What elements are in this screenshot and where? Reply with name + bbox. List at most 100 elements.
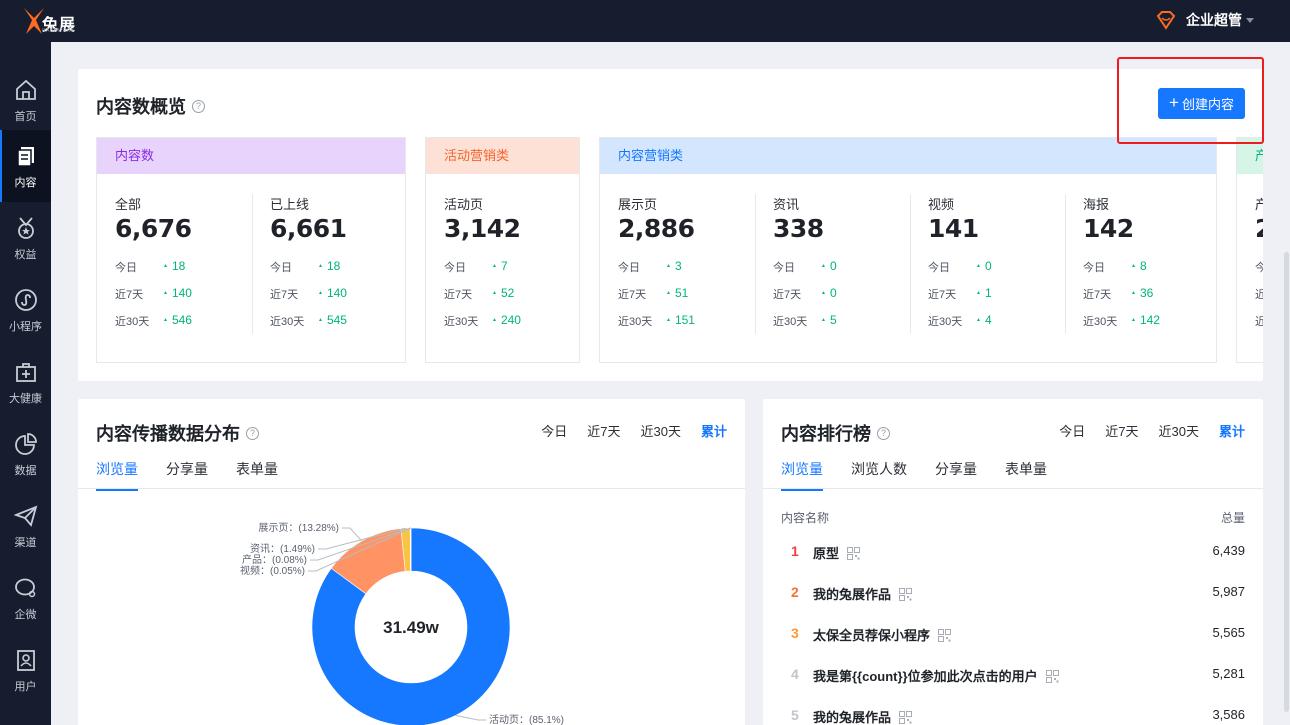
tab-divider: [763, 488, 1263, 489]
tab-forms[interactable]: 表单量: [236, 459, 278, 491]
period-30d[interactable]: 近30天: [641, 421, 681, 440]
ranking-row[interactable]: 2 我的兔展作品 5,987: [781, 584, 1245, 604]
metric-value: 142: [1083, 214, 1134, 243]
qr-code-icon[interactable]: [847, 547, 861, 561]
metric-group: 内容营销类展示页2,886今日3近7天51近30天151资讯338今日0近7天0…: [599, 137, 1217, 363]
donut-slice-label: 视频：(0.05%): [240, 564, 305, 577]
period-total[interactable]: 累计: [1219, 421, 1245, 440]
home-icon: [15, 79, 36, 100]
qr-code-icon[interactable]: [899, 588, 913, 602]
tab-views[interactable]: 浏览量: [96, 459, 138, 491]
ranking-row[interactable]: 1 原型 6,439: [781, 543, 1245, 563]
sidebar-item-health[interactable]: 大健康: [0, 346, 51, 418]
tab-visitors[interactable]: 浏览人数: [851, 459, 907, 491]
rank-title-cell: 太保全员荐保小程序: [813, 625, 952, 644]
trend-label: 近7天: [618, 289, 647, 301]
admin-diamond-icon: [1156, 11, 1176, 30]
sidebar-item-wecom[interactable]: 企微: [0, 562, 51, 634]
logo-subtext: RABBITPRE: [42, 28, 75, 34]
user-name: 企业超管: [1186, 12, 1242, 28]
rank-value: 5,565: [1212, 625, 1245, 640]
metric-group: 活动营销类活动页 3,142 今日 7 近7天 52 近30天 240: [425, 137, 580, 363]
metric-value: 338: [773, 214, 824, 243]
ranking-row[interactable]: 3 太保全员荐保小程序 5,565: [781, 625, 1245, 645]
period-today[interactable]: 今日: [1059, 421, 1085, 440]
trend-value: 8: [1131, 259, 1147, 273]
rank-title[interactable]: 我的兔展作品: [813, 587, 891, 602]
rank-title[interactable]: 我是第{{count}}位参加此次点击的用户: [813, 669, 1038, 684]
tab-shares[interactable]: 分享量: [935, 459, 977, 491]
trend-value: 7: [492, 259, 508, 273]
trend-label: 近30天: [1255, 316, 1263, 328]
sidebar-label: 企微: [14, 609, 37, 621]
help-icon[interactable]: ?: [192, 99, 205, 113]
qr-code-icon[interactable]: [899, 711, 913, 725]
period-7d[interactable]: 近7天: [1105, 421, 1138, 440]
metric-trend-row: 近7天 140: [270, 286, 400, 302]
user-menu[interactable]: 企业超管: [1156, 10, 1254, 30]
sidebar-item-home[interactable]: 首页: [0, 64, 51, 136]
ranking-row[interactable]: 5 我的兔展作品 3,586: [781, 707, 1245, 725]
metric-name: 活动页: [444, 197, 484, 212]
period-7d[interactable]: 近7天: [587, 421, 620, 440]
page-scrollbar[interactable]: [1283, 42, 1290, 725]
metric-trend-row: 今日 8: [1083, 259, 1213, 275]
rank-title[interactable]: 原型: [813, 546, 839, 561]
trend-label: 近30天: [270, 316, 305, 328]
metric-value: 141: [928, 214, 979, 243]
trend-label: 近7天: [444, 289, 473, 301]
sidebar-label: 权益: [14, 249, 37, 261]
paper-plane-icon: [13, 505, 37, 527]
trend-value: 18: [318, 259, 340, 273]
metric-group: 内容数全部 6,676 今日 18 近7天 140 近30天 546 已上线 6,661 今日 18 近…: [96, 137, 406, 363]
metric-trend-row: 今日 18: [115, 259, 245, 275]
qr-code-icon[interactable]: [938, 629, 952, 643]
rank-title[interactable]: 我的兔展作品: [813, 710, 891, 725]
help-icon[interactable]: ?: [877, 426, 890, 440]
rank-title[interactable]: 太保全员荐保小程序: [813, 628, 930, 643]
trend-label: 今日: [444, 262, 466, 274]
period-30d[interactable]: 近30天: [1159, 421, 1199, 440]
trend-label: 近7天: [1083, 289, 1112, 301]
metric-trend-row: 近30天 142: [1083, 313, 1213, 329]
ranking-row[interactable]: 4 我是第{{count}}位参加此次点击的用户 5,281: [781, 666, 1245, 686]
tab-views[interactable]: 浏览量: [781, 459, 823, 491]
distribution-tabs: 浏览量 分享量 表单量: [96, 459, 306, 491]
column-header-total: 总量: [1220, 511, 1245, 525]
create-content-button[interactable]: + 创建内容: [1158, 88, 1245, 119]
trend-value: 240: [492, 313, 521, 327]
sidebar-label: 首页: [14, 111, 37, 123]
metric-item: 资讯 338 今日 0 近7天 0 近30天 5: [755, 174, 910, 362]
create-content-label: 创建内容: [1181, 97, 1234, 112]
sidebar-item-content[interactable]: 内容: [0, 130, 51, 202]
trend-value: 4: [976, 313, 992, 327]
sidebar-item-user[interactable]: 用户: [0, 634, 51, 706]
document-icon: [16, 147, 34, 167]
sidebar-item-mini-program[interactable]: 小程序: [0, 274, 51, 346]
label-leader-line: [455, 714, 486, 721]
sidebar-item-benefits[interactable]: 权益: [0, 202, 51, 274]
help-icon[interactable]: ?: [246, 426, 259, 440]
qr-code-icon[interactable]: [1045, 670, 1059, 684]
metric-trend-row: 近7天 0: [773, 286, 903, 302]
metric-item: 全部 6,676 今日 18 近7天 140 近30天 546: [97, 174, 252, 362]
sidebar-item-data[interactable]: 数据: [0, 418, 51, 490]
trend-value: 5: [821, 313, 837, 327]
tab-shares[interactable]: 分享量: [166, 459, 208, 491]
rank-title-cell: 我是第{{count}}位参加此次点击的用户: [813, 666, 1059, 685]
metric-name: 资讯: [773, 197, 800, 212]
trend-label: 近7天: [270, 289, 299, 301]
metric-group: 产产2今日近7天近30天: [1236, 137, 1263, 363]
column-header-name: 内容名称: [781, 511, 830, 525]
plus-icon: +: [1169, 92, 1179, 112]
tab-forms[interactable]: 表单量: [1005, 459, 1047, 491]
distribution-donut-chart: 31.49w 活动页：(85.1%) 展示页：(13.28%) 资讯：(1.49%)产…: [240, 522, 564, 725]
scrollbar-thumb[interactable]: [1284, 252, 1289, 712]
period-total[interactable]: 累计: [701, 421, 727, 440]
metric-trend-row: 近7天 1: [928, 286, 1058, 302]
trend-label: 近7天: [773, 289, 802, 301]
metric-value: 6,676: [115, 214, 192, 243]
period-today[interactable]: 今日: [541, 421, 567, 440]
trend-label: 近30天: [115, 316, 150, 328]
sidebar-item-channel[interactable]: 渠道: [0, 490, 51, 562]
